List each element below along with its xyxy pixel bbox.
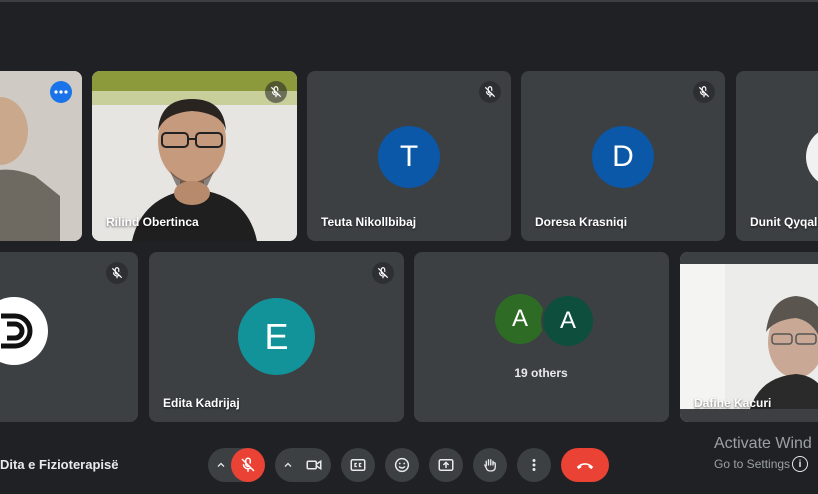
participant-tile[interactable]: Rilind Obertinca — [92, 71, 297, 241]
participant-tile[interactable]: D Doresa Krasniqi — [521, 71, 725, 241]
meeting-title: Dita e Fizioterapisë — [0, 457, 119, 472]
chevron-up-icon — [284, 462, 292, 467]
camera-toggle-button[interactable] — [297, 448, 331, 482]
participant-name: Edita Kadrijaj — [163, 396, 240, 410]
participant-avatar-photo — [806, 126, 818, 188]
participant-tile-self[interactable] — [0, 71, 82, 241]
captions-button[interactable] — [341, 448, 375, 482]
participant-avatar: T — [378, 126, 440, 188]
mic-off-icon — [698, 86, 710, 98]
emoji-icon — [394, 457, 410, 473]
chevron-up-icon — [217, 462, 225, 467]
more-options-button[interactable] — [50, 81, 72, 103]
emoji-reactions-button[interactable] — [385, 448, 419, 482]
mic-toggle-button[interactable] — [231, 448, 265, 482]
top-strip — [0, 0, 818, 2]
participant-tile[interactable]: T Teuta Nikollbibaj — [307, 71, 511, 241]
participant-tile[interactable]: Dunit Qyqall — [736, 71, 818, 241]
activation-watermark-subtitle: Go to Settings — [714, 457, 791, 471]
participant-name: Teuta Nikollbibaj — [321, 215, 417, 229]
participant-name: Dunit Qyqall — [750, 215, 818, 229]
activation-watermark-title: Activate Wind — [714, 435, 812, 452]
logo-icon — [1, 313, 33, 349]
muted-indicator — [693, 81, 715, 103]
mic-off-icon — [270, 86, 282, 98]
muted-indicator — [106, 262, 128, 284]
other-participant-avatar: A — [541, 294, 595, 348]
present-screen-button[interactable] — [429, 448, 463, 482]
muted-indicator — [479, 81, 501, 103]
video-options-button[interactable] — [277, 448, 299, 482]
camera-icon — [306, 459, 322, 471]
muted-indicator — [265, 81, 287, 103]
participant-name: Doresa Krasniqi — [535, 215, 628, 229]
participant-tile[interactable]: E Edita Kadrijaj — [149, 252, 404, 422]
mic-off-icon — [241, 457, 255, 472]
hang-up-icon — [576, 463, 594, 470]
more-vert-icon — [532, 459, 536, 471]
mic-off-icon — [484, 86, 496, 98]
mic-off-icon — [111, 267, 123, 279]
participant-name: Rilind Obertinca — [106, 215, 199, 229]
raise-hand-button[interactable] — [473, 448, 507, 482]
participant-logo-avatar — [0, 297, 48, 365]
muted-indicator — [372, 262, 394, 284]
mic-off-icon — [377, 267, 389, 279]
present-icon — [438, 459, 454, 471]
leave-call-button[interactable] — [561, 448, 609, 482]
other-participant-avatar: A — [495, 294, 545, 344]
hand-icon — [484, 459, 496, 472]
audio-options-button[interactable] — [210, 448, 232, 482]
captions-icon — [350, 459, 366, 471]
participant-tile[interactable] — [0, 252, 138, 422]
info-icon[interactable]: i — [792, 456, 808, 472]
participant-avatar: E — [238, 298, 315, 375]
participant-avatar: D — [592, 126, 654, 188]
participant-tile[interactable]: Dafine Kacuri — [680, 252, 818, 422]
more-options-button[interactable] — [517, 448, 551, 482]
others-count: 19 others — [514, 366, 568, 380]
participant-name: Dafine Kacuri — [694, 396, 772, 410]
others-tile[interactable]: A A 19 others — [414, 252, 669, 422]
